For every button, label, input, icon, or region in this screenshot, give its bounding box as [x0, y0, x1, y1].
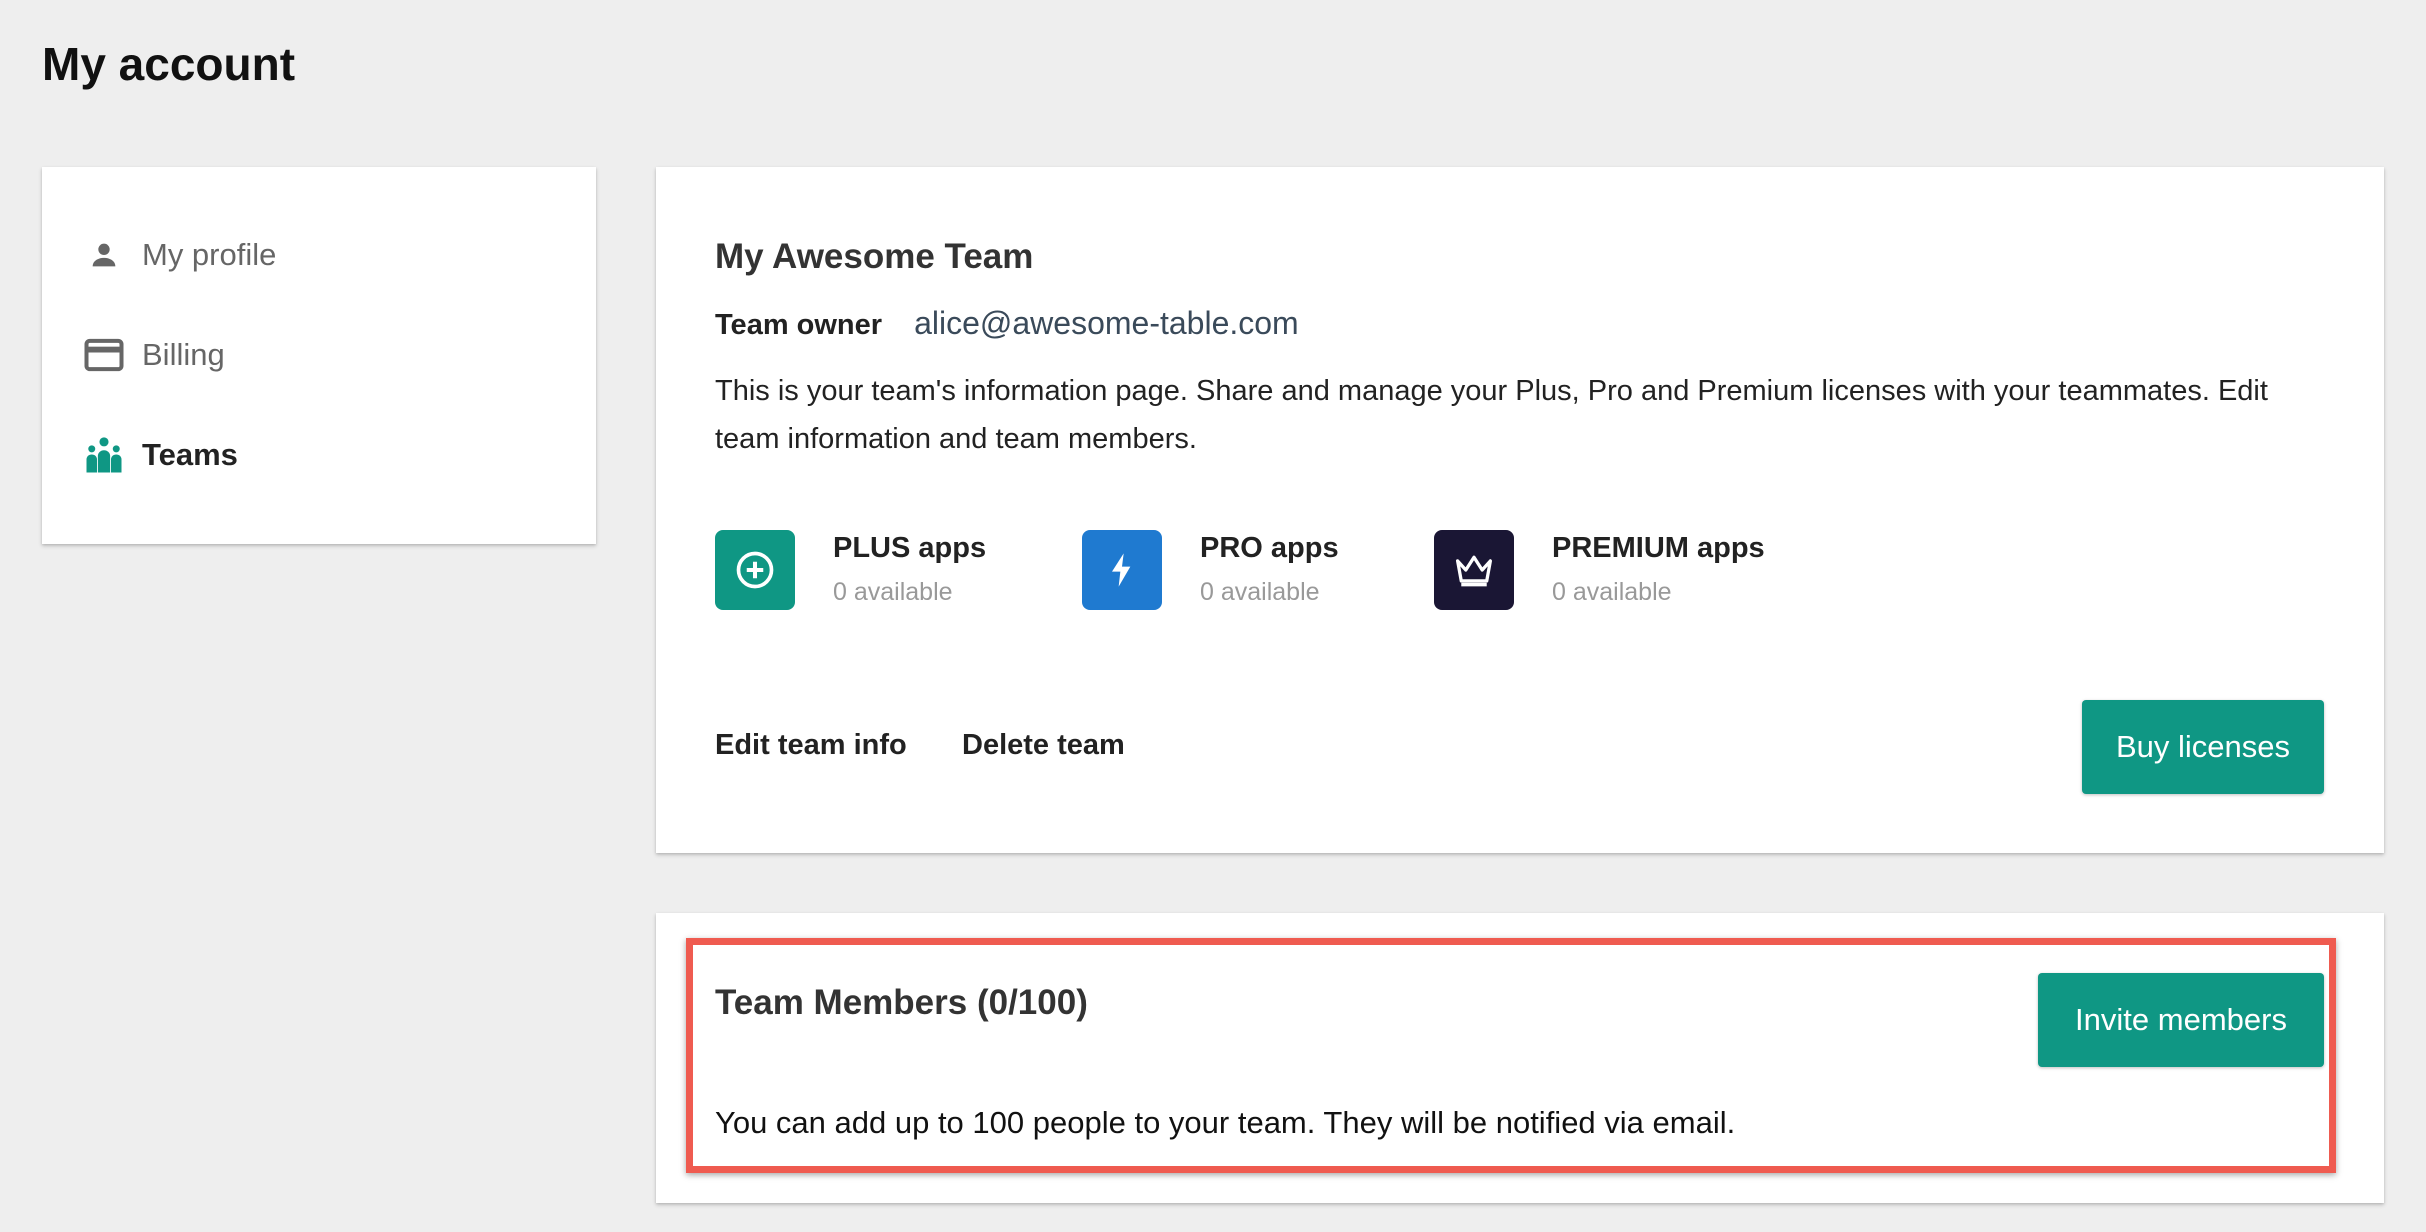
team-members-card: Team Members (0/100) Invite members You …	[656, 913, 2384, 1203]
team-description: This is your team's information page. Sh…	[715, 375, 2268, 455]
crown-icon	[1434, 530, 1514, 610]
license-name: PLUS apps	[833, 532, 987, 564]
sidebar-item-my-profile[interactable]: My profile	[80, 225, 276, 285]
license-premium: PREMIUM apps 0 available	[1434, 530, 1765, 610]
license-availability: 0 available	[1200, 578, 1320, 606]
license-name: PRO apps	[1200, 532, 1339, 564]
team-owner-label: Team owner	[715, 309, 883, 341]
team-owner-row: Team owner alice@awesome-table.com	[715, 305, 1299, 342]
buy-licenses-button[interactable]: Buy licenses	[2082, 700, 2324, 794]
sidebar-item-billing[interactable]: Billing	[80, 325, 225, 385]
license-availability: 0 available	[833, 578, 953, 606]
lightning-icon	[1082, 530, 1162, 610]
sidebar-item-label: Billing	[142, 337, 225, 372]
people-icon	[80, 431, 128, 479]
team-info-card: My Awesome Team Team owner alice@awesome…	[656, 167, 2384, 853]
credit-card-icon	[80, 331, 128, 379]
sidebar-item-label: Teams	[142, 437, 238, 472]
account-sidebar: My profile Billing Teams	[42, 167, 596, 544]
sidebar-item-teams[interactable]: Teams	[80, 425, 238, 485]
page-title: My account	[42, 38, 296, 90]
license-pro: PRO apps 0 available	[1082, 530, 1339, 610]
team-owner-email: alice@awesome-table.com	[914, 305, 1299, 341]
license-name: PREMIUM apps	[1552, 532, 1765, 564]
invite-members-button[interactable]: Invite members	[2038, 973, 2324, 1067]
sidebar-item-label: My profile	[142, 237, 277, 272]
license-plus: PLUS apps 0 available	[715, 530, 986, 610]
edit-team-info-button[interactable]: Edit team info	[715, 729, 907, 762]
team-members-note: You can add up to 100 people to your tea…	[715, 1105, 1736, 1140]
license-availability: 0 available	[1552, 578, 1672, 606]
plus-circle-icon	[715, 530, 795, 610]
team-members-title: Team Members (0/100)	[715, 983, 1088, 1022]
person-icon	[80, 231, 128, 279]
team-name: My Awesome Team	[715, 237, 1034, 276]
delete-team-button[interactable]: Delete team	[962, 729, 1125, 762]
